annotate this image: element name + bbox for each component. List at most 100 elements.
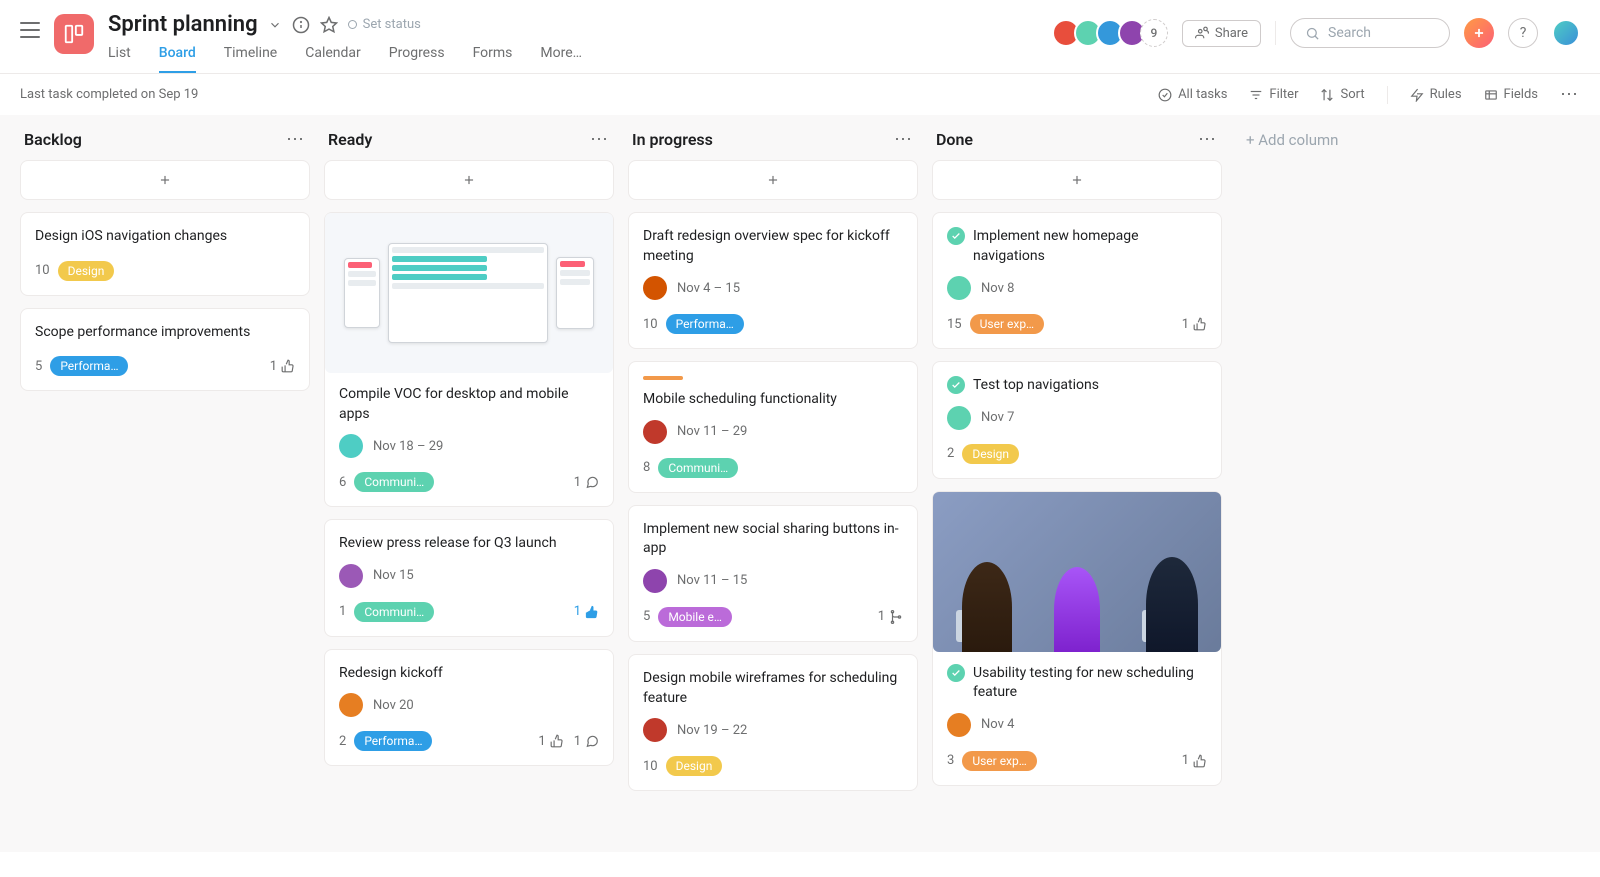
card-date: Nov 11 – 15 — [677, 573, 747, 588]
subtask-count: 1 — [878, 609, 903, 624]
assignee-avatar — [643, 420, 667, 444]
card-title: Redesign kickoff — [339, 664, 443, 684]
search-input[interactable]: Search — [1290, 18, 1450, 48]
tab-list[interactable]: List — [108, 45, 131, 73]
topbar-right: 9 Share Search ? — [1058, 18, 1580, 48]
card-date: Nov 15 — [373, 568, 414, 583]
card-date: Nov 19 – 22 — [677, 723, 747, 738]
add-card-button[interactable] — [628, 160, 918, 200]
set-status-button[interactable]: Set status — [348, 17, 421, 32]
card-count: 8 — [643, 460, 650, 475]
like-count: 1 — [270, 359, 295, 374]
card-count: 6 — [339, 475, 346, 490]
chevron-down-icon[interactable] — [268, 18, 282, 32]
comment-count: 1 — [574, 734, 599, 749]
card-count: 10 — [643, 759, 658, 774]
task-card[interactable]: Review press release for Q3 launch Nov 15… — [324, 519, 614, 637]
fields-button[interactable]: Fields — [1484, 87, 1538, 102]
priority-indicator — [643, 376, 683, 380]
tab-calendar[interactable]: Calendar — [305, 45, 361, 73]
task-card[interactable]: Test top navigationsNov 72Design — [932, 361, 1222, 479]
tab-forms[interactable]: Forms — [473, 45, 513, 73]
card-title: Design iOS navigation changes — [35, 227, 227, 247]
task-card[interactable]: Implement new social sharing buttons in-… — [628, 505, 918, 642]
tab-timeline[interactable]: Timeline — [224, 45, 277, 73]
add-column-button[interactable]: + Add column — [1236, 121, 1348, 159]
card-tag: Communi… — [354, 602, 434, 622]
user-avatar[interactable] — [1552, 19, 1580, 47]
assignee-avatar — [339, 693, 363, 717]
column: In progress ⋯ Draft redesign overview spec… — [628, 121, 918, 803]
add-card-button[interactable] — [324, 160, 614, 200]
assignee-avatar — [947, 713, 971, 737]
project-title: Sprint planning — [108, 12, 258, 37]
card-count: 10 — [35, 263, 50, 278]
add-card-button[interactable] — [932, 160, 1222, 200]
filter-button[interactable]: Filter — [1249, 87, 1298, 102]
card-date: Nov 4 — [981, 717, 1014, 732]
card-title: Scope performance improvements — [35, 323, 250, 343]
member-overflow-count[interactable]: 9 — [1140, 19, 1168, 47]
all-tasks-button[interactable]: All tasks — [1158, 87, 1227, 102]
tab-progress[interactable]: Progress — [389, 45, 445, 73]
card-date: Nov 4 – 15 — [677, 281, 740, 296]
card-date: Nov 8 — [981, 281, 1014, 296]
add-card-button[interactable] — [20, 160, 310, 200]
card-date: Nov 11 – 29 — [677, 424, 747, 439]
share-button[interactable]: Share — [1182, 20, 1261, 47]
card-tag: Performa… — [50, 356, 128, 376]
project-icon[interactable] — [54, 14, 94, 54]
assignee-avatar — [339, 564, 363, 588]
card-count: 3 — [947, 753, 954, 768]
check-complete-icon — [947, 664, 965, 682]
column: Backlog⋯Design iOS navigation changes10D… — [20, 121, 310, 403]
card-title: Draft redesign overview spec for kickoff… — [643, 227, 903, 266]
card-title: Review press release for Q3 launch — [339, 534, 557, 554]
task-card[interactable]: Design mobile wireframes for scheduling … — [628, 654, 918, 791]
hamburger-menu-icon[interactable] — [20, 22, 40, 38]
more-icon[interactable]: ⋯ — [1560, 84, 1580, 105]
task-card[interactable]: Draft redesign overview spec for kickoff… — [628, 212, 918, 349]
rules-button[interactable]: Rules — [1410, 87, 1462, 102]
star-icon[interactable] — [320, 16, 338, 34]
card-title: Usability testing for new scheduling fea… — [973, 664, 1207, 703]
help-button[interactable]: ? — [1508, 18, 1538, 48]
card-tag: Design — [58, 261, 115, 281]
task-card[interactable]: Design iOS navigation changes 10 Design — [20, 212, 310, 296]
card-title: Mobile scheduling functionality — [643, 390, 837, 410]
project-meta: Sprint planning Set status List Board Time… — [108, 12, 1044, 73]
tab-more[interactable]: More… — [540, 45, 582, 73]
column-more-icon[interactable]: ⋯ — [1198, 129, 1218, 150]
task-card[interactable]: Compile VOC for desktop and mobile appsN… — [324, 212, 614, 507]
column-title: In progress — [632, 130, 713, 149]
column-more-icon[interactable]: ⋯ — [286, 129, 306, 150]
card-count: 2 — [339, 734, 346, 749]
column-title: Backlog — [24, 130, 82, 149]
assignee-avatar — [339, 434, 363, 458]
tab-board[interactable]: Board — [159, 45, 196, 73]
board: Backlog⋯Design iOS navigation changes10D… — [0, 115, 1600, 852]
card-tag: Communi… — [354, 472, 434, 492]
sort-button[interactable]: Sort — [1320, 87, 1364, 102]
task-card[interactable]: Implement new homepage navigationsNov 81… — [932, 212, 1222, 349]
card-count: 5 — [35, 359, 42, 374]
card-count: 5 — [643, 609, 650, 624]
card-title: Design mobile wireframes for scheduling … — [643, 669, 903, 708]
project-tabs: List Board Timeline Calendar Progress Forms Mo… — [108, 45, 1044, 73]
card-date: Nov 7 — [981, 410, 1014, 425]
quick-add-button[interactable] — [1464, 18, 1494, 48]
task-card[interactable]: Mobile scheduling functionality Nov 11 – … — [628, 361, 918, 493]
task-card[interactable]: Scope performance improvements 5 Performa…… — [20, 308, 310, 392]
task-card[interactable]: Usability testing for new scheduling fea… — [932, 491, 1222, 786]
task-card[interactable]: Redesign kickoffNov 202Performa…1 1 — [324, 649, 614, 767]
check-complete-icon — [947, 376, 965, 394]
column-more-icon[interactable]: ⋯ — [894, 129, 914, 150]
info-icon[interactable] — [292, 16, 310, 34]
project-members[interactable]: 9 — [1058, 19, 1168, 47]
column-more-icon[interactable]: ⋯ — [590, 129, 610, 150]
card-count: 15 — [947, 317, 962, 332]
card-count: 1 — [339, 604, 346, 619]
assignee-avatar — [643, 276, 667, 300]
assignee-avatar — [947, 406, 971, 430]
assignee-avatar — [643, 569, 667, 593]
